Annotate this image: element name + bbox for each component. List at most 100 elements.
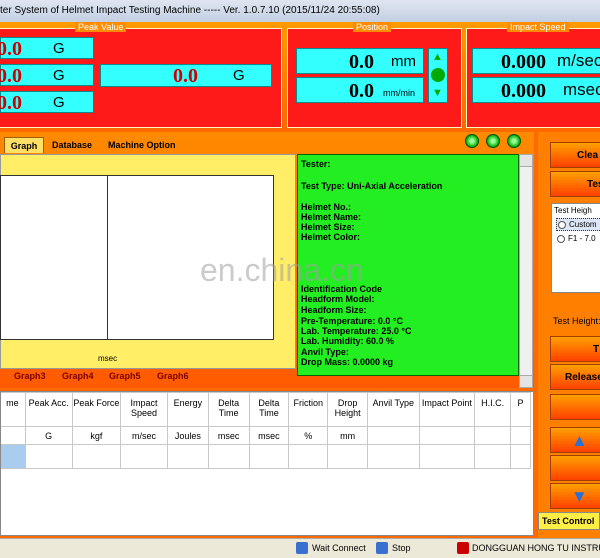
unit-cell: msec bbox=[248, 426, 290, 445]
col-header[interactable]: Friction bbox=[288, 392, 329, 427]
unit-cell: G bbox=[24, 426, 73, 445]
unit-cell: Joules bbox=[166, 426, 209, 445]
info-helmet-no: Helmet No.: bbox=[301, 202, 352, 212]
peak-display-2: 0.0 G bbox=[0, 64, 94, 87]
unit-cell bbox=[474, 426, 512, 445]
status-stop: Stop bbox=[392, 543, 411, 553]
stop-dot-icon[interactable] bbox=[431, 68, 445, 82]
peak-unit-3: G bbox=[53, 94, 65, 111]
unit-cell bbox=[510, 426, 531, 445]
move-stop-button[interactable] bbox=[550, 455, 600, 481]
scroll-down-icon[interactable] bbox=[520, 375, 532, 387]
clear-button[interactable]: Clea bbox=[550, 142, 600, 168]
col-header[interactable]: Drop Height bbox=[327, 392, 368, 427]
col-header[interactable]: Delta Time bbox=[248, 392, 290, 427]
position-unit: mm bbox=[391, 53, 416, 70]
release-button[interactable]: Release bbox=[550, 364, 600, 390]
down-arrow-icon[interactable]: ▼ bbox=[432, 87, 443, 99]
col-header[interactable]: P bbox=[510, 392, 531, 427]
results-grid: me Peak Acc. Peak Force Impact Speed Ene… bbox=[1, 392, 531, 469]
info-anvil-type: Anvil Type: bbox=[301, 347, 349, 357]
peak-display-1: 0.0 G bbox=[0, 37, 94, 60]
tab-graph5[interactable]: Graph5 bbox=[109, 371, 141, 381]
t-button[interactable]: T bbox=[550, 336, 600, 362]
radio-selected-icon[interactable] bbox=[558, 221, 566, 229]
info-helmet-size: Helmet Size: bbox=[301, 222, 355, 232]
status-company: DONGGUAN HONG TU INSTRU bbox=[472, 543, 600, 553]
watermark-text: en.china.cn bbox=[200, 252, 364, 288]
col-header[interactable]: Delta Time bbox=[207, 392, 250, 427]
impact-speed-display: 0.000 m/sec bbox=[472, 48, 600, 74]
tab-graph6[interactable]: Graph6 bbox=[157, 371, 189, 381]
test-button[interactable]: Tes bbox=[550, 171, 600, 197]
unit-cell: % bbox=[288, 426, 329, 445]
impact-speed-label: Impact Speed bbox=[507, 22, 569, 32]
status-indicator-3 bbox=[507, 134, 521, 148]
impact-time-unit: msec bbox=[563, 80, 600, 99]
jog-controls: ▲ ▼ bbox=[428, 48, 448, 103]
table-cell[interactable] bbox=[367, 444, 420, 469]
info-tester: Tester: bbox=[301, 159, 331, 169]
unit-cell: mm bbox=[327, 426, 368, 445]
peak-main-display: 0.0 G bbox=[100, 64, 272, 87]
col-header[interactable]: Peak Acc. bbox=[24, 392, 73, 427]
table-cell[interactable] bbox=[474, 444, 512, 469]
col-header[interactable]: Impact Speed bbox=[120, 392, 168, 427]
table-cell[interactable] bbox=[248, 444, 290, 469]
table-cell[interactable] bbox=[510, 444, 531, 469]
unit-cell bbox=[1, 426, 26, 445]
info-helmet-name: Helmet Name: bbox=[301, 212, 362, 222]
tab-graph3[interactable]: Graph3 bbox=[14, 371, 46, 381]
col-header[interactable]: Peak Force bbox=[71, 392, 122, 427]
tab-test-control[interactable]: Test Control bbox=[538, 512, 600, 530]
tab-graph4[interactable]: Graph4 bbox=[62, 371, 94, 381]
info-scrollbar[interactable] bbox=[519, 154, 533, 388]
table-cell[interactable] bbox=[327, 444, 368, 469]
scroll-up-icon[interactable] bbox=[520, 155, 532, 167]
test-height-group-label: Test Heigh bbox=[554, 206, 592, 215]
unit-cell: msec bbox=[207, 426, 250, 445]
position-speed-unit: mm/min bbox=[383, 88, 415, 98]
peak-value-3: 0.0 bbox=[0, 92, 22, 114]
radio-icon[interactable] bbox=[557, 235, 565, 243]
table-cell[interactable] bbox=[120, 444, 168, 469]
tab-graph[interactable]: Graph bbox=[4, 137, 44, 153]
table-cell-selected[interactable] bbox=[1, 444, 26, 469]
col-header[interactable]: Anvil Type bbox=[367, 392, 420, 427]
info-headform-model: Headform Model: bbox=[301, 294, 375, 304]
test-height-caption: Test Height: bbox=[553, 316, 600, 326]
peak-value-label: Peak Value bbox=[75, 22, 127, 32]
info-lab-humidity: Lab. Humidity: 60.0 % bbox=[301, 336, 395, 346]
up-arrow-icon[interactable]: ▲ bbox=[432, 51, 443, 63]
info-headform-size: Headform Size: bbox=[301, 305, 367, 315]
tab-machine-option[interactable]: Machine Option bbox=[106, 137, 178, 153]
option-f1[interactable]: F1 - 7.0 bbox=[556, 233, 600, 246]
window-title: ter System of Helmet Impact Testing Mach… bbox=[0, 0, 600, 22]
tab-database[interactable]: Database bbox=[50, 137, 94, 153]
table-cell[interactable] bbox=[288, 444, 329, 469]
option-custom[interactable]: Custom bbox=[556, 218, 600, 231]
position-speed-value: 0.0 bbox=[349, 80, 374, 102]
position-speed-display: 0.0 mm/min bbox=[296, 77, 424, 103]
unit-cell bbox=[367, 426, 420, 445]
col-header[interactable]: H.I.C. bbox=[474, 392, 512, 427]
move-down-button[interactable]: ▼ bbox=[550, 483, 600, 509]
status-bar: Wait Connect Stop DONGGUAN HONG TU INSTR… bbox=[0, 538, 600, 558]
peak-main-unit: G bbox=[233, 67, 245, 84]
table-cell[interactable] bbox=[207, 444, 250, 469]
unit-cell: m/sec bbox=[120, 426, 168, 445]
col-header[interactable]: me bbox=[1, 392, 26, 427]
table-cell[interactable] bbox=[166, 444, 209, 469]
info-helmet-color: Helmet Color: bbox=[301, 232, 361, 242]
col-header[interactable]: Impact Point bbox=[418, 392, 476, 427]
blank-button[interactable] bbox=[550, 394, 600, 420]
table-cell[interactable] bbox=[418, 444, 476, 469]
down-arrow-icon: ▼ bbox=[571, 487, 588, 506]
move-up-button[interactable]: ▲ bbox=[550, 427, 600, 453]
peak-unit-2: G bbox=[53, 67, 65, 84]
table-cell[interactable] bbox=[71, 444, 122, 469]
test-height-group: Test Heigh Custom F1 - 7.0 bbox=[551, 203, 600, 293]
table-row[interactable] bbox=[1, 444, 531, 469]
col-header[interactable]: Energy bbox=[166, 392, 209, 427]
table-cell[interactable] bbox=[24, 444, 73, 469]
